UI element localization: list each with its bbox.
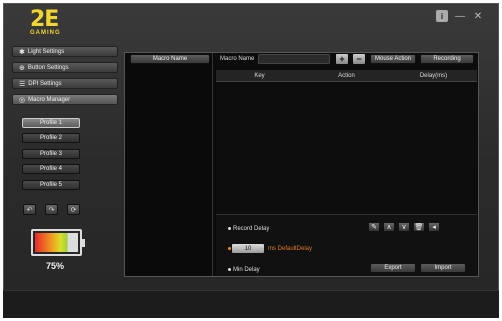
min-delay-option[interactable]: Min Delay [228,267,260,273]
macro-list-header: Macro Name [130,54,210,64]
nav-label: DPI Settings [28,80,62,87]
logo-subtext: GAMING [30,30,61,36]
battery-percent: 75% [46,261,65,271]
recording-button[interactable]: Recording [420,54,474,64]
import-button[interactable]: Import [420,263,466,273]
nav-button-settings[interactable]: ⊕ Button Settings [12,62,118,73]
light-icon: ✱ [19,48,25,56]
brand-logo: 2E GAMING [30,7,72,42]
clear-icon[interactable]: ◂ [428,222,440,232]
macro-name-label: Macro Name [220,56,255,62]
default-delay-input[interactable]: 10 [232,244,264,253]
battery-tip [82,239,85,247]
column-action: Action [338,73,355,79]
profile-3[interactable]: Profile 3 [22,149,80,159]
profile-2[interactable]: Profile 2 [22,133,80,143]
move-up-icon[interactable]: ∧ [383,222,395,232]
profile-5[interactable]: Profile 5 [22,180,80,190]
nav-dpi-settings[interactable]: ☰ DPI Settings [12,78,118,89]
edit-icon[interactable]: ✎ [368,222,380,232]
column-delay: Delay(ms) [419,73,448,79]
reset-icon[interactable]: ⟳ [67,204,80,215]
profile-4[interactable]: Profile 4 [22,164,80,174]
macro-table-body[interactable] [216,83,477,213]
add-macro-button[interactable]: + [336,54,348,64]
battery-fill [35,233,78,252]
undo-icon[interactable]: ↶ [23,204,36,215]
record-delay-label: Record Delay [233,226,270,232]
nav-label: Light Settings [27,48,65,55]
min-delay-label: Min Delay [233,267,260,273]
radio-icon [228,226,231,230]
default-delay-label: ms DefaultDelay [268,246,313,252]
nav-label: Button Settings [27,64,69,71]
mouse-action-button[interactable]: Mouse Action [370,54,416,64]
logo-text: 2E [30,7,59,32]
radio-icon [228,267,231,271]
record-delay-option[interactable]: Record Delay [228,226,269,232]
battery-indicator [31,229,85,256]
macro-name-input[interactable] [258,54,330,64]
footer-bar [3,290,499,318]
sliders-icon: ☰ [19,80,26,88]
move-down-icon[interactable]: ∨ [398,222,410,232]
minimize-button[interactable]: — [454,10,466,22]
crosshair-icon: ⊕ [19,64,25,72]
info-icon[interactable]: i [436,10,448,22]
redo-icon[interactable]: ↷ [45,204,58,215]
nav-macro-manager[interactable]: ◎ Macro Manager [12,94,118,105]
profile-1[interactable]: Profile 1 [22,118,80,128]
macro-list[interactable] [125,53,213,276]
nav-label: Macro Manager [28,96,71,103]
delete-icon[interactable]: 🗑 [413,222,425,232]
macro-icon: ◎ [19,96,26,104]
radio-selected-icon[interactable] [228,247,231,250]
close-button[interactable]: ✕ [472,10,484,22]
column-key: Key [254,73,265,79]
export-button[interactable]: Export [370,263,416,273]
macro-table-header: Key Action Delay(ms) [216,70,477,82]
remove-macro-button[interactable]: − [353,54,365,64]
nav-light-settings[interactable]: ✱ Light Settings [12,46,118,57]
